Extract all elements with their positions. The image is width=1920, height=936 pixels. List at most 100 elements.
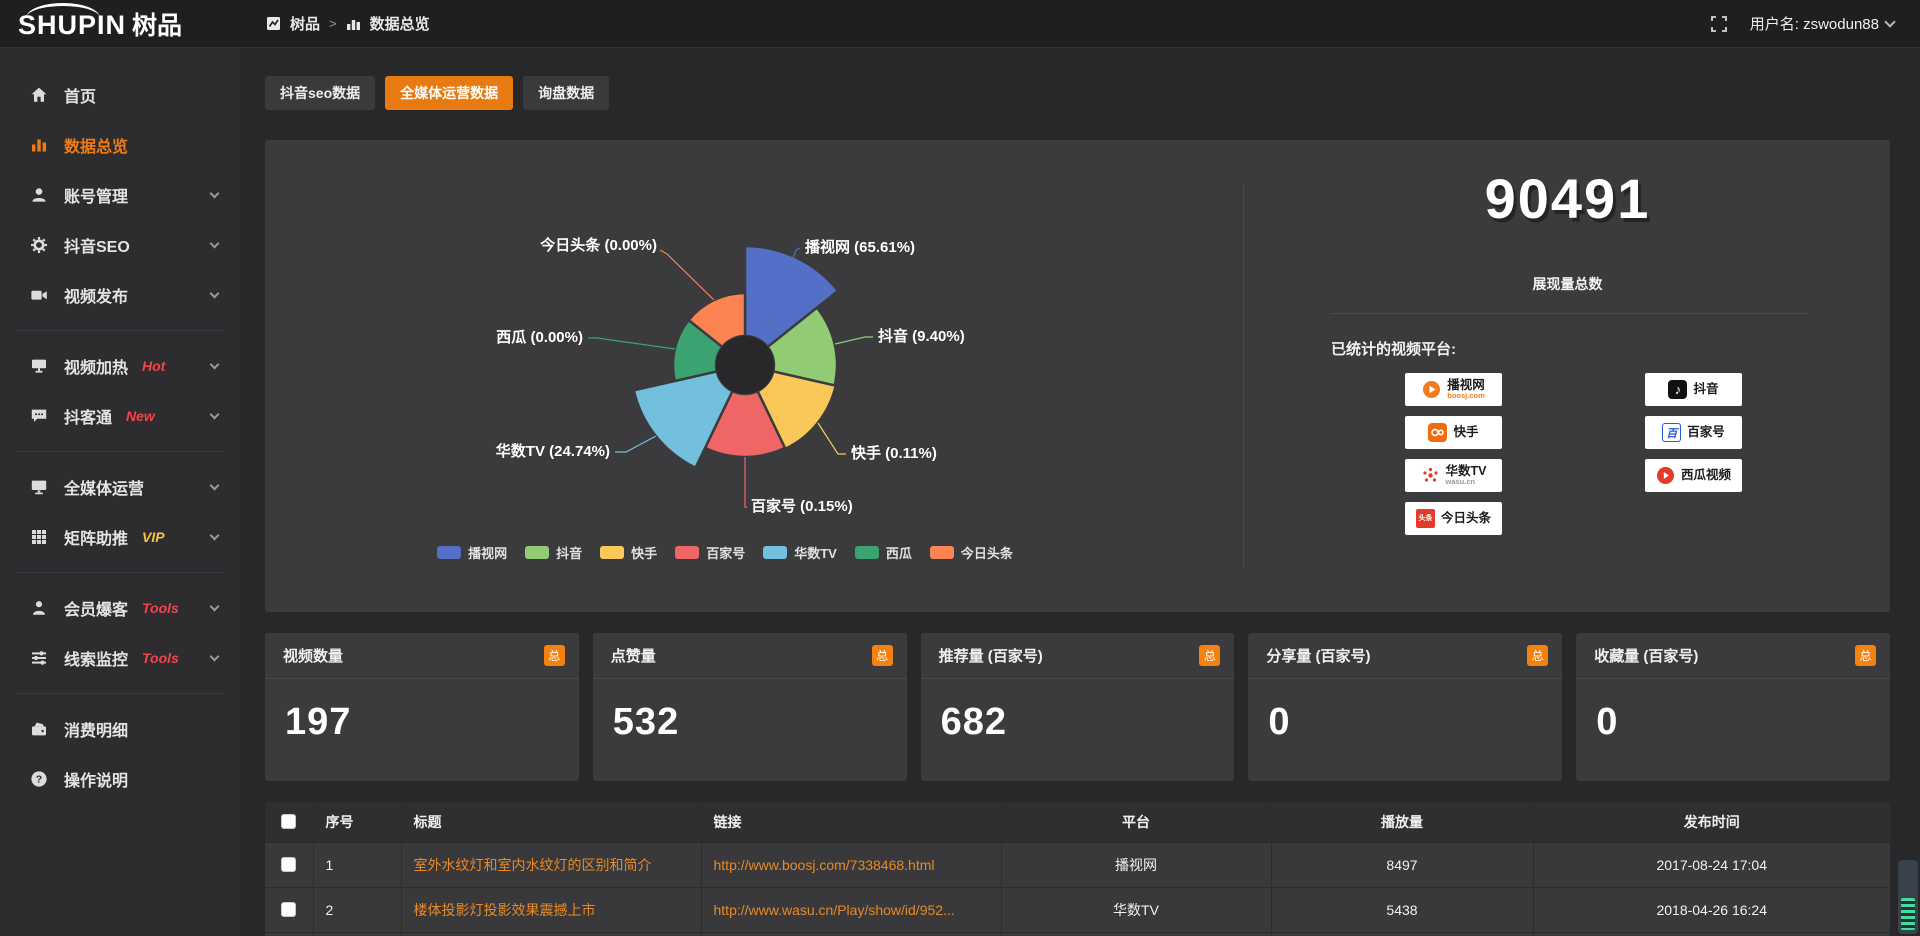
heat-icon	[30, 357, 48, 375]
sidebar-item-label: 会员爆客	[64, 596, 128, 620]
home-icon	[30, 86, 48, 104]
sidebar-divider	[16, 572, 224, 573]
help-icon: ?	[30, 770, 48, 788]
cell-platform	[1001, 932, 1271, 936]
chevron-down-icon	[210, 360, 220, 370]
column-header-标题: 标题	[401, 802, 701, 842]
chevron-down-icon	[210, 602, 220, 612]
grid-icon	[30, 528, 48, 546]
total-badge: 总	[1199, 645, 1220, 666]
stat-card-title: 推荐量 (百家号)	[939, 645, 1043, 666]
legend-item-播视网[interactable]: 播视网	[437, 543, 507, 562]
fullscreen-icon[interactable]	[1710, 15, 1728, 33]
app-logo[interactable]: SHUPIN 树品	[0, 6, 240, 42]
video-url-link[interactable]: http://www.wasu.cn/Play/show/id/952...	[714, 902, 955, 918]
breadcrumb-root[interactable]: 树品	[290, 13, 320, 34]
sidebar-item-线索监控[interactable]: 线索监控Tools	[0, 633, 240, 683]
pie-label-百家号: 百家号 (0.15%)	[751, 497, 853, 515]
legend-label: 今日头条	[961, 543, 1013, 562]
stat-card-title: 分享量 (百家号)	[1266, 645, 1370, 666]
user-menu[interactable]: 用户名: zswodun88	[1750, 13, 1894, 34]
platforms-section-label: 已统计的视频平台:	[1331, 338, 1456, 359]
sidebar-item-视频加热[interactable]: 视频加热Hot	[0, 341, 240, 391]
sidebar-item-label: 账号管理	[64, 183, 128, 207]
cell-index: 2	[313, 887, 401, 932]
sidebar-item-操作说明[interactable]: ?操作说明	[0, 754, 240, 804]
legend-label: 快手	[631, 543, 657, 562]
wallet-icon	[30, 720, 48, 738]
legend-chip	[763, 546, 787, 559]
total-badge: 总	[1855, 645, 1876, 666]
vertical-divider	[1243, 186, 1244, 566]
legend-item-抖音[interactable]: 抖音	[525, 543, 582, 562]
stat-card-value: 532	[613, 701, 907, 744]
row-checkbox[interactable]	[281, 902, 296, 917]
sidebar-badge-VIP: VIP	[142, 529, 165, 545]
cell-views: 5438	[1271, 887, 1533, 932]
legend-item-西瓜[interactable]: 西瓜	[855, 543, 912, 562]
sidebar-item-全媒体运营[interactable]: 全媒体运营	[0, 462, 240, 512]
legend-item-百家号[interactable]: 百家号	[675, 543, 745, 562]
stat-card-header: 分享量 (百家号)总	[1248, 633, 1562, 679]
sidebar-item-抖客通[interactable]: 抖客通New	[0, 391, 240, 441]
cell-index	[313, 932, 401, 936]
dashboard-page: SHUPIN 树品 树品 > 数据总览 用户名: zswodun88 首	[0, 0, 1920, 936]
sidebar-item-label: 消费明细	[64, 717, 128, 741]
sidebar-item-label: 线索监控	[64, 646, 128, 670]
sidebar-item-视频发布[interactable]: 视频发布	[0, 270, 240, 320]
sidebar-item-消费明细[interactable]: 消费明细	[0, 704, 240, 754]
legend-chip	[855, 546, 879, 559]
legend-chip	[600, 546, 624, 559]
sidebar-item-会员爆客[interactable]: 会员爆客 Tools	[0, 583, 240, 633]
legend-item-快手[interactable]: 快手	[600, 543, 657, 562]
stat-card-header: 点赞量总	[593, 633, 907, 679]
overview-panel: 播视网 (65.61%)抖音 (9.40%)快手 (0.11%)百家号 (0.1…	[265, 140, 1890, 612]
username-label: 用户名: zswodun88	[1750, 13, 1879, 34]
sidebar-item-数据总览[interactable]: 数据总览	[0, 120, 240, 170]
stat-card-title: 视频数量	[283, 645, 343, 666]
video-title-link[interactable]: 楼体投影灯投影效果震撼上市	[414, 902, 596, 918]
legend-item-今日头条[interactable]: 今日头条	[930, 543, 1013, 562]
sidebar-item-label: 全媒体运营	[64, 475, 144, 499]
main-content: 抖音seo数据全媒体运营数据询盘数据 播视网 (65.61%)抖音 (9.40%…	[240, 48, 1920, 936]
label-line-抖音	[835, 337, 873, 344]
sidebar: 首页数据总览账号管理抖音SEO视频发布视频加热Hot抖客通New 全媒体运营矩阵助…	[0, 48, 240, 936]
sidebar-item-抖音SEO[interactable]: 抖音SEO	[0, 220, 240, 270]
legend-chip	[930, 546, 954, 559]
sidebar-item-首页[interactable]: 首页	[0, 70, 240, 120]
row-checkbox[interactable]	[281, 857, 296, 872]
tab-询盘数据[interactable]: 询盘数据	[523, 76, 609, 110]
pie-label-今日头条: 今日头条 (0.00%)	[539, 236, 657, 254]
platform-subtext: boosj.com	[1447, 392, 1485, 400]
stat-card-推荐量 (百家号): 推荐量 (百家号)总682	[921, 633, 1235, 781]
chart-legend: 播视网抖音 快手百家号华数TV 西瓜 今日头条	[415, 543, 1035, 562]
stat-card-header: 视频数量总	[265, 633, 579, 679]
chevron-down-icon	[1884, 16, 1895, 27]
sidebar-badge-Tools: Tools	[142, 600, 179, 616]
platform-subtext: wasu.cn	[1446, 478, 1487, 486]
label-line-百家号	[745, 457, 747, 507]
tab-抖音seo数据[interactable]: 抖音seo数据	[265, 76, 375, 110]
sidebar-item-账号管理[interactable]: 账号管理	[0, 170, 240, 220]
floating-widget[interactable]	[1898, 860, 1918, 934]
platform-badge-华数TV: 华数TVwasu.cn	[1405, 459, 1502, 492]
pie-label-华数TV: 华数TV (24.74%)	[496, 442, 610, 460]
sidebar-item-矩阵助推[interactable]: 矩阵助推 VIP	[0, 512, 240, 562]
platform-name: 西瓜视频	[1681, 469, 1731, 482]
column-header-发布时间: 发布时间	[1533, 802, 1890, 842]
svg-text:?: ?	[36, 774, 42, 786]
video-title-link[interactable]: 室外水纹灯和室内水纹灯的区别和简介	[414, 857, 652, 873]
tab-全媒体运营数据[interactable]: 全媒体运营数据	[385, 76, 513, 110]
legend-item-华数TV[interactable]: 华数TV	[763, 543, 837, 562]
cell-time	[1533, 932, 1890, 936]
cell-index: 1	[313, 842, 401, 887]
platform-badge-今日头条: 头条今日头条	[1405, 502, 1502, 535]
select-all-checkbox[interactable]	[281, 814, 296, 829]
sidebar-item-label: 矩阵助推	[64, 525, 128, 549]
sidebar-divider	[16, 451, 224, 452]
logo-text-en: SHUPIN	[18, 10, 126, 41]
video-url-link[interactable]: http://www.boosj.com/7338468.html	[714, 857, 935, 873]
pie-label-快手: 快手 (0.11%)	[851, 444, 937, 462]
sidebar-badge-New: New	[126, 408, 155, 424]
logo-text-cn: 树品	[132, 6, 182, 42]
